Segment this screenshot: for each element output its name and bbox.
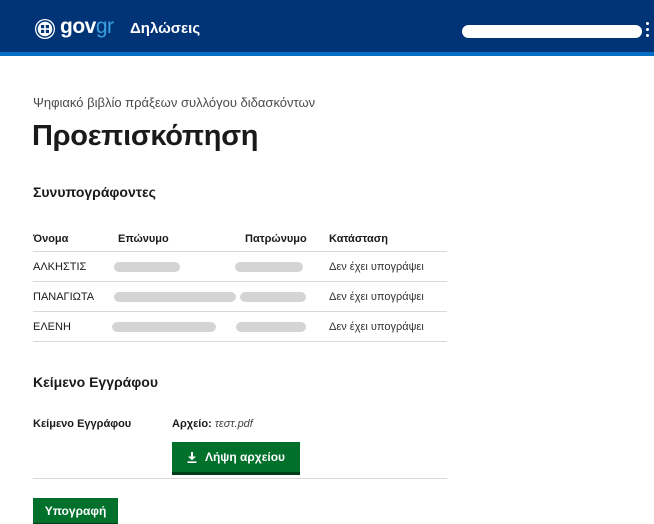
cosigner-status: Δεν έχει υπογράψει — [329, 290, 424, 303]
redacted-father-name — [236, 321, 306, 332]
greek-emblem-icon — [35, 19, 55, 39]
column-header-father-name: Πατρώνυμο — [245, 232, 307, 245]
table-header-row: Όνομα Επώνυμο Πατρώνυμο Κατάσταση — [33, 226, 447, 252]
table-row: ΑΛΚΗΣΤΙΣ Δεν έχει υπογράψει — [33, 252, 447, 282]
user-account-menu[interactable] — [462, 25, 642, 38]
sign-button[interactable]: Υπογραφή — [33, 498, 118, 524]
redacted-father-name — [240, 291, 306, 302]
file-name: τεστ.pdf — [214, 418, 253, 430]
table-row: ΠΑΝΑΓΙΩΤΑ Δεν έχει υπογράψει — [33, 282, 447, 312]
document-heading: Κείμενο Εγγράφου — [33, 374, 158, 390]
cosigner-name: ΕΛΕΝΗ — [33, 320, 71, 333]
redacted-surname — [114, 261, 180, 272]
file-key: Αρχείο: — [172, 418, 212, 430]
header-accent-stripe — [0, 52, 654, 56]
cosigner-name: ΠΑΝΑΓΙΩΤΑ — [33, 290, 95, 303]
section-divider — [33, 478, 447, 479]
cosigner-name: ΑΛΚΗΣΤΙΣ — [33, 260, 87, 273]
cosigner-status: Δεν έχει υπογράψει — [329, 320, 424, 333]
download-file-button[interactable]: Λήψη αρχείου — [172, 442, 300, 475]
redacted-father-name — [235, 261, 303, 272]
table-row: ΕΛΕΝΗ Δεν έχει υπογράψει — [33, 312, 447, 342]
download-button-label: Λήψη αρχείου — [204, 450, 286, 464]
page-subtitle: Ψηφιακό βιβλίο πράξεων συλλόγου διδασκόν… — [33, 95, 316, 110]
redacted-surname — [112, 321, 216, 332]
page-title: Προεπισκόπηση — [32, 120, 259, 152]
document-text-label: Κείμενο Εγγράφου — [33, 418, 132, 430]
column-header-status: Κατάσταση — [329, 232, 388, 245]
column-header-name: Όνομα — [33, 232, 69, 245]
govgr-logo[interactable]: govgr — [60, 15, 114, 39]
redacted-surname — [114, 291, 236, 302]
cosigner-status: Δεν έχει υπογράψει — [329, 260, 424, 273]
top-bar: govgr Δηλώσεις — [0, 0, 654, 56]
kebab-icon[interactable] — [645, 22, 651, 40]
cosigners-table: Όνομα Επώνυμο Πατρώνυμο Κατάσταση ΑΛΚΗΣΤ… — [33, 226, 447, 342]
file-info: Αρχείο: τεστ.pdf — [172, 418, 253, 430]
cosigners-heading: Συνυπογράφοντες — [33, 184, 156, 200]
column-header-surname: Επώνυμο — [118, 232, 169, 245]
download-icon — [187, 451, 197, 463]
app-title[interactable]: Δηλώσεις — [130, 20, 200, 37]
